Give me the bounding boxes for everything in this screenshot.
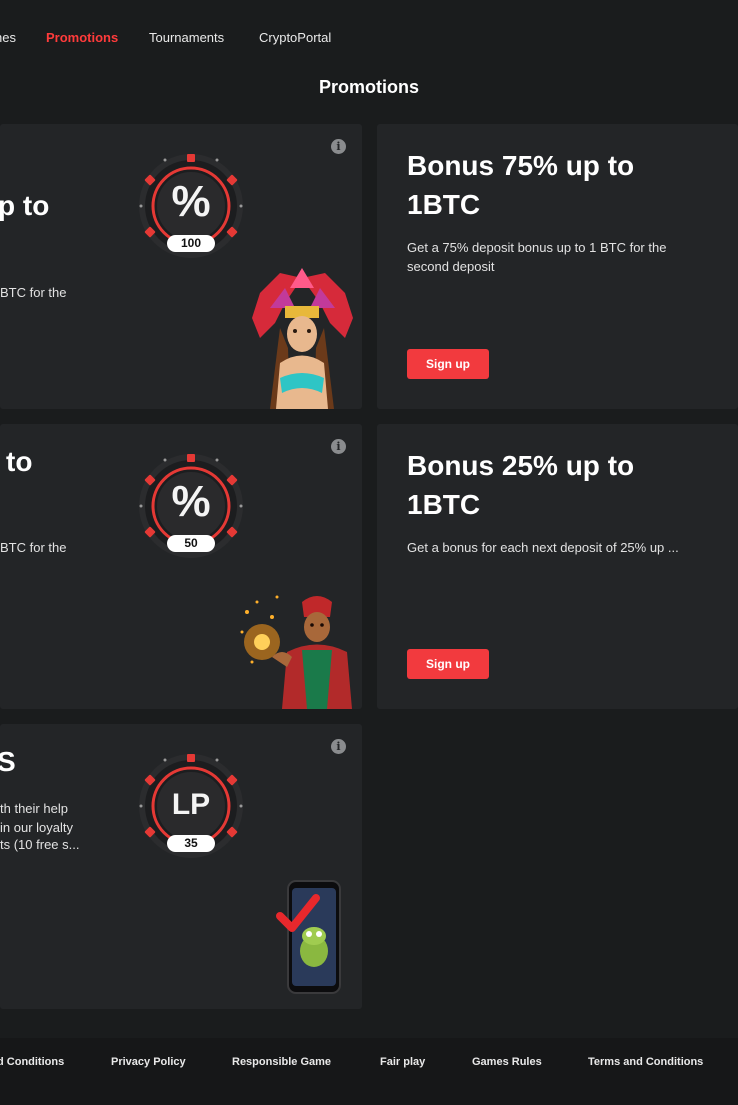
footer-link-games-rules[interactable]: Games Rules	[472, 1056, 542, 1068]
nav-item-promotions[interactable]: Promotions	[46, 30, 118, 45]
wheel-symbol: LP	[171, 788, 211, 821]
promo-desc-partial: BTC for the	[0, 540, 67, 555]
promo-card-left-1[interactable]: p to BTC for the i % 100	[0, 124, 362, 409]
promo-card-left-3[interactable]: S th their help in our loyalty ts (10 fr…	[0, 724, 362, 1009]
promo-description: Get a 75% deposit bonus up to 1 BTC for …	[407, 240, 667, 274]
page-title: Promotions	[318, 77, 419, 97]
wheel-value-badge: 50	[167, 535, 215, 552]
wheel-value-badge: 100	[167, 235, 215, 252]
info-icon[interactable]: i	[331, 739, 346, 754]
promo-desc-line-1: th their help	[0, 801, 68, 816]
footer-link-privacy-policy[interactable]: Privacy Policy	[111, 1056, 186, 1068]
info-icon[interactable]: i	[331, 439, 346, 454]
promo-card-bonus-75[interactable]: Bonus 75% up to 1BTC Get a 75% deposit b…	[377, 124, 738, 409]
footer-link-fair-play[interactable]: Fair play	[380, 1056, 425, 1068]
top-nav: nes Promotions Tournaments CryptoPortal	[0, 0, 738, 75]
loyalty-wheel: LP 35	[137, 752, 245, 860]
promo-title-partial: S	[0, 746, 16, 777]
footer-link-terms-and-conditions[interactable]: Terms and Conditions	[588, 1056, 703, 1068]
nav-item-games[interactable]: nes	[0, 30, 16, 45]
promo-desc-line-3: ts (10 free s...	[0, 837, 80, 852]
aztec-warrior-illustration	[252, 268, 353, 409]
wheel-value-badge: 35	[167, 835, 215, 852]
bonus-wheel: % 100	[137, 152, 245, 260]
promo-title: Bonus 25% up to 1BTC	[407, 450, 635, 520]
promo-card-left-2[interactable]: to BTC for the i % 50	[0, 424, 362, 709]
promo-title: Bonus 75% up to 1BTC	[407, 150, 635, 220]
promo-title-partial: p to	[0, 190, 50, 221]
nav-item-tournaments[interactable]: Tournaments	[149, 30, 224, 45]
promo-title-partial: to	[6, 446, 33, 477]
footer-link-responsible-game[interactable]: Responsible Game	[232, 1056, 331, 1068]
promo-description: Get a bonus for each next deposit of 25%…	[407, 540, 679, 555]
promo-desc-partial: BTC for the	[0, 285, 67, 300]
footer: d Conditions Privacy Policy Responsible …	[0, 1038, 738, 1105]
promo-card-bonus-25[interactable]: Bonus 25% up to 1BTC Get a bonus for eac…	[377, 424, 738, 709]
wheel-symbol: %	[171, 177, 211, 226]
wheel-symbol: %	[171, 477, 211, 526]
nav-item-cryptoportal[interactable]: CryptoPortal	[259, 30, 331, 45]
phone-frog-checkmark-illustration	[276, 880, 341, 994]
genie-illustration	[240, 595, 352, 709]
bonus-wheel: % 50	[137, 452, 245, 560]
footer-link-bonus-conditions[interactable]: d Conditions	[0, 1056, 64, 1068]
sign-up-button[interactable]: Sign up	[407, 349, 489, 379]
sign-up-button[interactable]: Sign up	[407, 649, 489, 679]
info-icon[interactable]: i	[331, 139, 346, 154]
